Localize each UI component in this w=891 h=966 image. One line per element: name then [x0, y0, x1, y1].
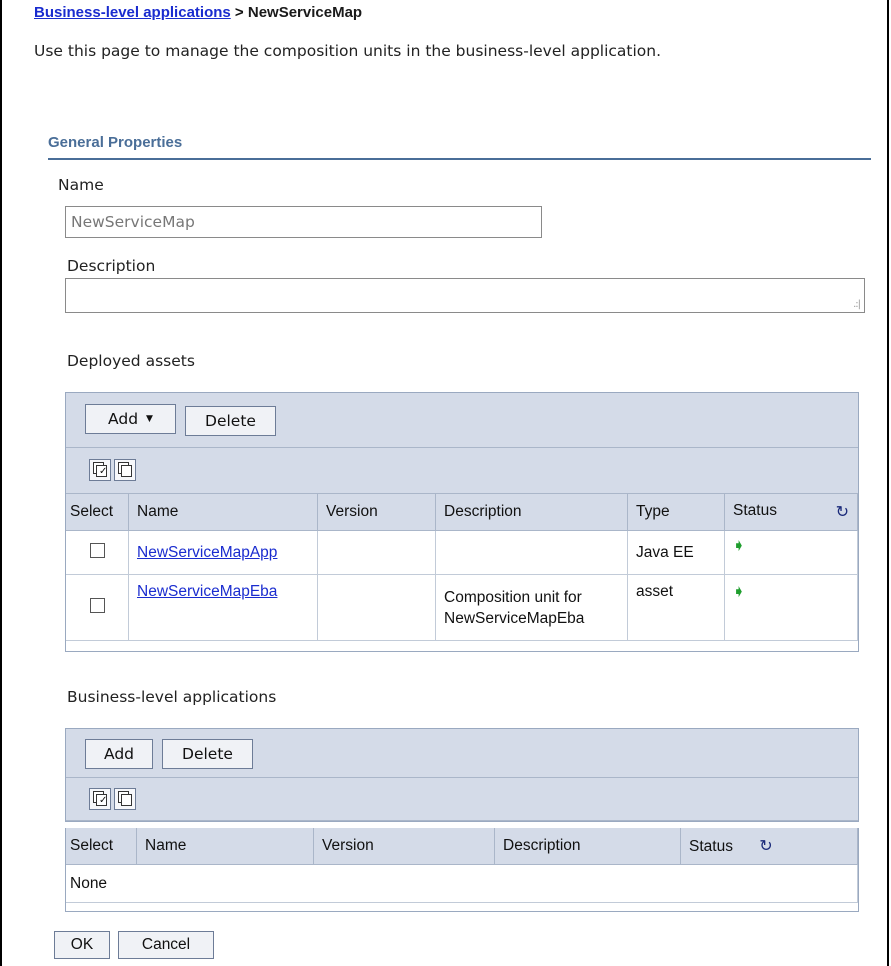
select-cell: [66, 530, 129, 575]
business-apps-table-panel: Select Name Version Description Status ↻…: [65, 828, 859, 912]
table-header-row: Select Name Version Description Type Sta…: [66, 494, 858, 531]
deployed-assets-select-toolbar: ✓: [66, 448, 858, 494]
add-business-app-button[interactable]: Add: [85, 739, 153, 769]
select-cell: [66, 574, 129, 641]
deployed-assets-panel: Add ▼ Delete ✓ Select Name Version Descri…: [65, 392, 859, 652]
type-cell: asset: [627, 574, 725, 641]
table-row: None: [66, 864, 858, 903]
table-row: NewServiceMapApp Java EE ➧: [66, 530, 858, 575]
select-all-icon[interactable]: ✓: [89, 459, 111, 481]
empty-table-cell: None: [66, 864, 858, 903]
deployed-assets-toolbar: Add ▼ Delete: [66, 393, 858, 448]
column-header-description[interactable]: Description: [494, 828, 681, 865]
delete-business-app-button[interactable]: Delete: [162, 739, 253, 769]
column-header-name[interactable]: Name: [128, 494, 318, 531]
column-header-version[interactable]: Version: [317, 494, 436, 531]
status-header-label: Status: [733, 502, 777, 519]
breadcrumb-link-business-level-applications[interactable]: Business-level applications: [34, 4, 231, 21]
deployed-assets-title: Deployed assets: [67, 352, 195, 370]
ok-button[interactable]: OK: [54, 931, 110, 959]
name-cell: NewServiceMapEba: [128, 574, 318, 641]
add-asset-button[interactable]: Add ▼: [85, 404, 176, 434]
status-cell: ➧: [724, 530, 858, 575]
row-checkbox[interactable]: [89, 542, 105, 558]
add-business-app-label: Add: [103, 745, 134, 763]
status-cell: ➧: [724, 574, 858, 641]
version-cell: [317, 530, 436, 575]
breadcrumb-separator: >: [230, 4, 248, 21]
deselect-all-icon[interactable]: [114, 459, 136, 481]
column-header-select: Select: [66, 494, 129, 531]
add-asset-label: Add: [108, 410, 139, 428]
delete-business-app-label: Delete: [182, 745, 233, 763]
business-apps-table: Select Name Version Description Status ↻…: [66, 828, 858, 903]
column-header-select: Select: [66, 828, 137, 865]
select-all-icon[interactable]: ✓: [89, 788, 111, 810]
description-cell: Composition unit for NewServiceMapEba: [435, 574, 628, 641]
delete-asset-label: Delete: [205, 412, 256, 430]
column-header-status[interactable]: Status ↻: [724, 494, 858, 531]
cancel-button[interactable]: Cancel: [118, 931, 214, 959]
column-header-version[interactable]: Version: [313, 828, 495, 865]
refresh-icon[interactable]: ↻: [759, 838, 772, 855]
type-cell: Java EE: [627, 530, 725, 575]
column-header-type[interactable]: Type: [627, 494, 725, 531]
deployed-assets-table: Select Name Version Description Type Sta…: [66, 494, 858, 641]
name-cell: NewServiceMapApp: [128, 530, 318, 575]
section-divider: [48, 158, 871, 160]
row-checkbox[interactable]: [89, 597, 105, 613]
ok-label: OK: [70, 936, 94, 953]
name-field-value: NewServiceMap: [71, 213, 195, 231]
green-arrow-icon: ➧: [733, 583, 745, 599]
general-properties-title: General Properties: [48, 134, 183, 151]
name-field[interactable]: NewServiceMap: [65, 206, 542, 238]
name-label: Name: [58, 176, 104, 194]
breadcrumb-current: NewServiceMap: [247, 4, 363, 21]
asset-name-link[interactable]: NewServiceMapApp: [137, 544, 277, 561]
business-apps-toolbar: Add Delete: [66, 729, 858, 778]
green-arrow-icon: ➧: [733, 537, 745, 553]
asset-name-link[interactable]: NewServiceMapEba: [137, 583, 277, 600]
description-label: Description: [67, 257, 156, 275]
business-level-applications-title: Business-level applications: [67, 688, 277, 706]
deselect-all-icon[interactable]: [114, 788, 136, 810]
business-apps-select-toolbar: ✓: [66, 778, 858, 821]
chevron-down-icon: ▼: [146, 414, 153, 424]
page-description: Use this page to manage the composition …: [34, 42, 662, 60]
cancel-label: Cancel: [141, 936, 191, 953]
table-header-row: Select Name Version Description Status ↻: [66, 828, 858, 865]
description-field[interactable]: .:|: [65, 278, 865, 313]
column-header-name[interactable]: Name: [136, 828, 314, 865]
status-header-label: Status: [689, 838, 733, 855]
resize-grip-icon[interactable]: .:|: [853, 299, 861, 310]
delete-asset-button[interactable]: Delete: [185, 406, 276, 436]
table-row: NewServiceMapEba Composition unit for Ne…: [66, 574, 858, 641]
version-cell: [317, 574, 436, 641]
business-apps-panel: Add Delete ✓: [65, 728, 859, 822]
column-header-status[interactable]: Status ↻: [680, 828, 858, 865]
description-cell: [435, 530, 628, 575]
refresh-icon[interactable]: ↻: [836, 502, 849, 522]
breadcrumb: Business-level applications > NewService…: [34, 4, 362, 21]
column-header-description[interactable]: Description: [435, 494, 628, 531]
